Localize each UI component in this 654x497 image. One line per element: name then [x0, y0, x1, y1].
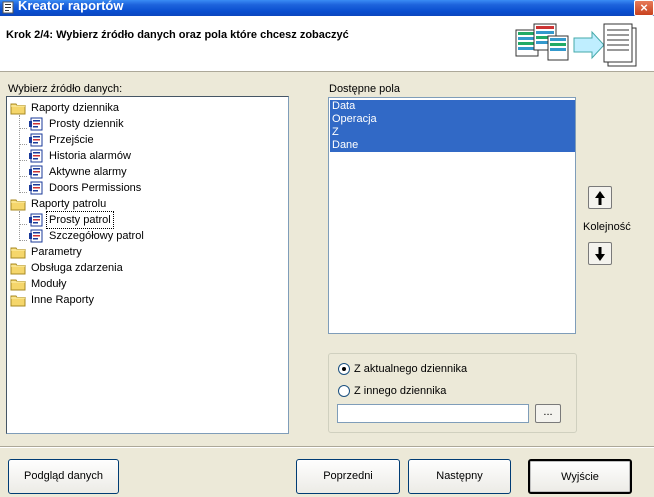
source-tree[interactable]: Raporty dziennika Prosty dziennik Przejści… [6, 96, 289, 434]
folder-icon [10, 261, 26, 275]
fields-list[interactable]: Data Operacja Z Dane [328, 97, 576, 334]
report-icon [28, 149, 44, 163]
browse-button[interactable]: ... [535, 404, 561, 423]
tree-item-label: Inne Raporty [31, 294, 94, 306]
report-icon [28, 213, 44, 227]
folder-icon [10, 101, 26, 115]
wizard-header: Krok 2/4: Wybierz źródło danych oraz pol… [0, 16, 654, 72]
tree-item-label: Szczegółowy patrol [49, 230, 144, 242]
move-down-button[interactable] [588, 242, 612, 265]
arrow-down-icon [595, 247, 605, 261]
folder-icon [10, 245, 26, 259]
arrow-up-icon [595, 191, 605, 205]
tree-item-label: Aktywne alarmy [49, 166, 127, 178]
field-item[interactable]: Operacja [330, 113, 575, 126]
folder-icon [10, 197, 26, 211]
folder-icon [10, 277, 26, 291]
back-button[interactable]: Poprzedni [296, 459, 400, 494]
radio-current-label: Z aktualnego dziennika [354, 363, 468, 375]
folder-icon [10, 293, 26, 307]
move-up-button[interactable] [588, 186, 612, 209]
fields-label: Dostępne pola [329, 83, 400, 95]
tree-item-label: Historia alarmów [49, 150, 131, 162]
tree-item-label: Obsługa zdarzenia [31, 262, 123, 274]
report-icon [28, 181, 44, 195]
radio-current-indicator[interactable] [338, 363, 350, 375]
field-item[interactable]: Data [330, 100, 575, 113]
tree-item-label: Doors Permissions [49, 182, 142, 194]
report-icon [28, 117, 44, 131]
report-icon [28, 165, 44, 179]
wizard-illustration-icon [515, 23, 637, 67]
field-item[interactable]: Dane [330, 139, 575, 152]
window-title: Kreator raportów [18, 0, 124, 13]
report-icon [28, 133, 44, 147]
tree-item-label: Parametry [31, 246, 82, 258]
order-label: Kolejność [583, 221, 631, 233]
tree-item-label: Raporty patrolu [31, 198, 107, 210]
tree-item-label: Raporty dziennika [31, 102, 120, 114]
tree-item-label: Przejście [49, 134, 94, 146]
next-button[interactable]: Następny [408, 459, 511, 494]
field-item[interactable]: Z [330, 126, 575, 139]
preview-data-button[interactable]: Podgląd danych [8, 459, 119, 494]
log-path-input[interactable] [337, 404, 529, 423]
source-label: Wybierz źródło danych: [8, 83, 123, 95]
title-bar: Kreator raportów × [0, 0, 654, 16]
tree-item-label: Prosty dziennik [49, 118, 124, 130]
report-icon [28, 229, 44, 243]
separator [0, 446, 654, 448]
step-title: Krok 2/4: Wybierz źródło danych oraz pol… [6, 29, 349, 41]
radio-other-indicator[interactable] [338, 385, 350, 397]
exit-button[interactable]: Wyjście [528, 459, 632, 494]
tree-item-label: Prosty patrol [46, 211, 114, 229]
tree-item-label: Moduły [31, 278, 67, 290]
close-button[interactable]: × [634, 0, 654, 16]
radio-other-label: Z innego dziennika [354, 385, 447, 397]
app-icon [2, 1, 14, 14]
